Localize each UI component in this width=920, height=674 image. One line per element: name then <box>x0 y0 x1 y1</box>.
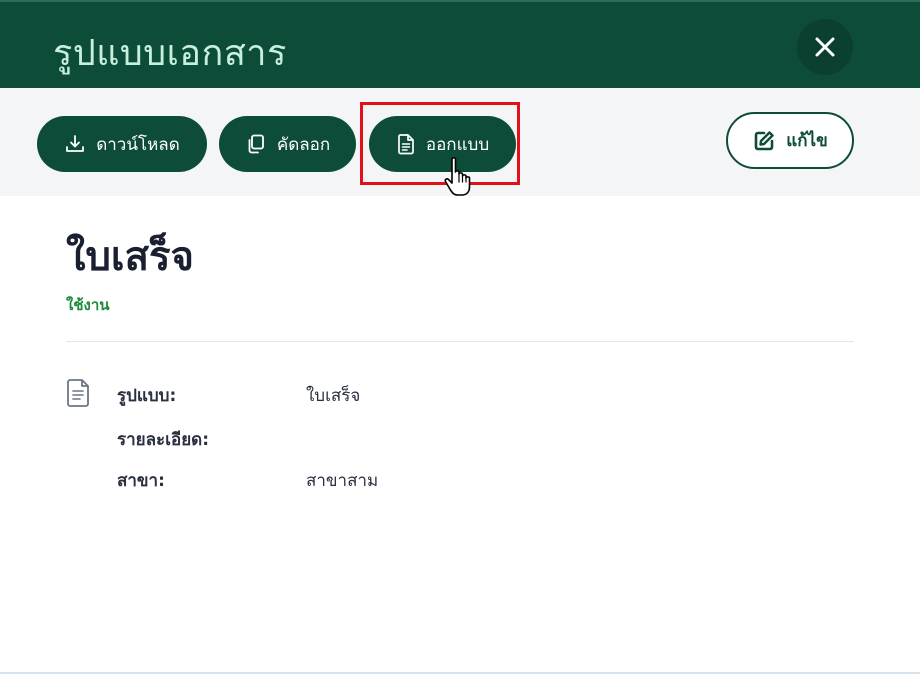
file-text-icon <box>67 379 89 407</box>
document-template-modal: รูปแบบเอกสาร ดาวน์โหลด คัดลอก ออกแบบ แก้… <box>0 0 920 674</box>
hand-cursor-icon <box>444 157 471 196</box>
copy-icon <box>248 134 264 154</box>
field-value-branch: สาขาสาม <box>306 471 379 491</box>
divider <box>66 341 854 342</box>
edit-button[interactable]: แก้ไข <box>726 112 854 169</box>
field-label-format: รูปแบบ: <box>117 386 177 406</box>
download-button[interactable]: ดาวน์โหลด <box>37 116 207 172</box>
field-value-format: ใบเสร็จ <box>306 386 361 406</box>
copy-label: คัดลอก <box>276 134 331 155</box>
field-label-details: รายละเอียด: <box>117 430 210 450</box>
close-icon <box>815 37 835 57</box>
copy-button[interactable]: คัดลอก <box>219 116 356 172</box>
edit-label: แก้ไข <box>786 131 828 151</box>
edit-icon <box>754 130 774 150</box>
modal-title: รูปแบบเอกสาร <box>53 33 287 74</box>
highlight-box <box>360 102 520 185</box>
close-button[interactable] <box>797 19 853 75</box>
download-icon <box>66 135 85 152</box>
download-label: ดาวน์โหลด <box>96 134 180 155</box>
field-label-branch: สาขา: <box>117 471 165 491</box>
modal-header: รูปแบบเอกสาร <box>0 0 920 88</box>
status-badge: ใช้งาน <box>66 296 110 314</box>
document-title: ใบเสร็จ <box>66 234 194 280</box>
